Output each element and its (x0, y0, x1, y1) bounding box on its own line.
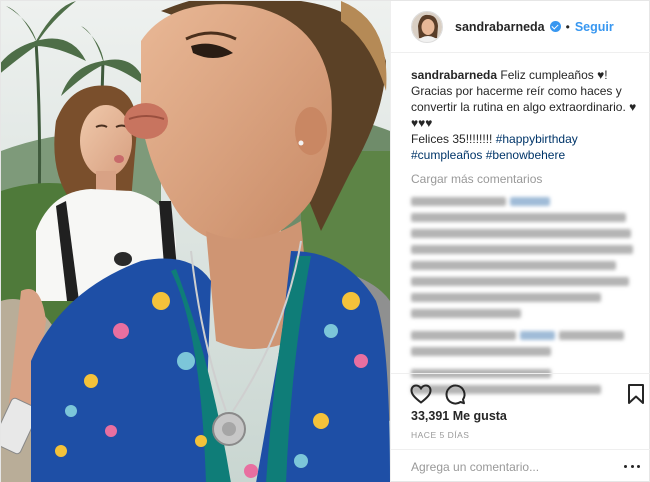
caption-username[interactable]: sandrabarneda (411, 68, 497, 82)
post-author-username[interactable]: sandrabarneda (455, 20, 545, 34)
hashtag-cumpleanos[interactable]: #cumpleaños (411, 148, 482, 162)
comment-bubble-icon[interactable] (443, 382, 467, 406)
post-photo[interactable] (1, 1, 390, 482)
blurred-comment-1 (411, 193, 639, 321)
like-count[interactable]: 33,391 Me gusta (411, 409, 507, 423)
bookmark-icon[interactable] (624, 382, 648, 406)
caption-text-line2: Gracias por hacerme reír como haces y (411, 84, 622, 98)
comment-input[interactable] (411, 459, 624, 474)
caption-text-line3: convertir la rutina en algo extraordinar… (411, 100, 637, 114)
add-comment-bar (391, 449, 650, 482)
post-header: sandrabarneda • Seguir (391, 1, 650, 53)
caption-text-line4: ♥♥♥ (411, 116, 433, 130)
selfie-photo-image (1, 1, 390, 482)
avatar-image (412, 11, 442, 42)
separator-dot: • (565, 19, 570, 34)
hashtag-happybirthday[interactable]: #happybirthday (496, 132, 578, 146)
more-options-icon[interactable] (624, 459, 640, 475)
load-more-comments-link[interactable]: Cargar más comentarios (411, 171, 639, 187)
post-details-panel: sandrabarneda • Seguir sandrabarneda Fel… (390, 1, 650, 482)
avatar[interactable] (411, 10, 443, 43)
caption: sandrabarneda Feliz cumpleaños ♥! Gracia… (411, 67, 639, 163)
comments-section: sandrabarneda Feliz cumpleaños ♥! Gracia… (411, 67, 639, 397)
heart-icon[interactable] (409, 382, 433, 406)
caption-text-line1: Feliz cumpleaños ♥! (497, 68, 608, 82)
post-timestamp[interactable]: HACE 5 DÍAS (411, 430, 469, 440)
post-actions-bar (391, 373, 650, 409)
verified-badge-icon (549, 21, 561, 32)
blurred-comment-2 (411, 327, 639, 359)
instagram-post: sandrabarneda • Seguir sandrabarneda Fel… (0, 0, 650, 482)
caption-text-line5: Felices 35!!!!!!!! (411, 132, 496, 146)
follow-button[interactable]: Seguir (575, 20, 614, 34)
hashtag-benowbehere[interactable]: #benowbehere (486, 148, 565, 162)
